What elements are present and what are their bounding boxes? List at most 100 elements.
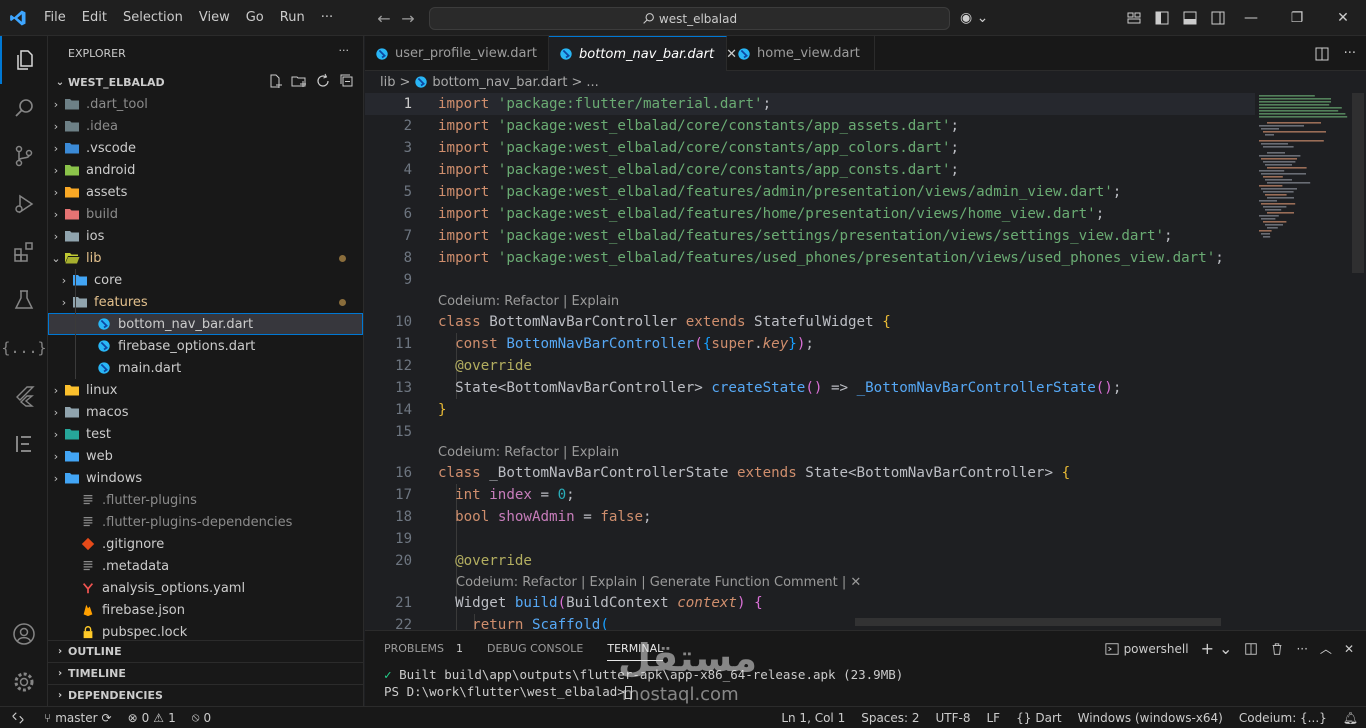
tree-item[interactable]: .metadata xyxy=(48,555,363,577)
new-terminal-icon[interactable]: + ⌄ xyxy=(1201,639,1233,658)
language-mode[interactable]: {} Dart xyxy=(1008,707,1070,728)
tree-item[interactable]: › ios xyxy=(48,225,363,247)
codeium-lens[interactable]: Codeium: Refactor | Explain | Generate F… xyxy=(365,572,1255,592)
branch-status[interactable]: ⑂ master ⟳ xyxy=(36,707,120,728)
menu-go[interactable]: Go xyxy=(238,0,272,36)
tree-item[interactable]: analysis_options.yaml xyxy=(48,577,363,599)
tree-item[interactable]: › core xyxy=(48,269,363,291)
tree-item[interactable]: › linux xyxy=(48,379,363,401)
remote-indicator-icon[interactable] xyxy=(0,707,36,728)
menu-view[interactable]: View xyxy=(191,0,238,36)
tab-bottom-nav-bar[interactable]: bottom_nav_bar.dart ✕ xyxy=(549,36,737,71)
tree-item[interactable]: › android xyxy=(48,159,363,181)
tree-item[interactable]: › assets xyxy=(48,181,363,203)
toggle-secondary-sidebar-icon[interactable] xyxy=(1210,10,1226,26)
tree-item[interactable]: › .vscode xyxy=(48,137,363,159)
close-window-icon[interactable]: ✕ xyxy=(1320,0,1366,36)
code-editor[interactable]: 1 import 'package:flutter/material.dart';… xyxy=(365,93,1255,630)
explorer-icon[interactable] xyxy=(0,36,48,84)
tree-item[interactable]: firebase_options.dart xyxy=(48,335,363,357)
menu-selection[interactable]: Selection xyxy=(115,0,191,36)
refresh-icon[interactable] xyxy=(315,73,331,89)
horizontal-scrollbar[interactable] xyxy=(855,618,1221,626)
settings-gear-icon[interactable] xyxy=(0,658,48,706)
tab-problems[interactable]: PROBLEMS 1 xyxy=(384,631,463,666)
vertical-scrollbar[interactable] xyxy=(1351,93,1365,630)
outline-icon[interactable] xyxy=(0,420,48,468)
terminal-profile[interactable]: powershell xyxy=(1105,642,1189,656)
tree-item[interactable]: › macos xyxy=(48,401,363,423)
command-center-search[interactable]: west_elbalad xyxy=(429,7,950,30)
new-folder-icon[interactable] xyxy=(291,73,307,89)
tree-item[interactable]: .flutter-plugins-dependencies xyxy=(48,511,363,533)
tree-item[interactable]: › test xyxy=(48,423,363,445)
tree-item[interactable]: firebase.json xyxy=(48,599,363,621)
tree-item[interactable]: › build xyxy=(48,203,363,225)
menu-edit[interactable]: Edit xyxy=(74,0,115,36)
codeium-lens-text[interactable]: Codeium: Refactor | Explain xyxy=(438,445,619,460)
tab-home-view[interactable]: home_view.dart xyxy=(727,36,875,71)
restore-icon[interactable]: ❐ xyxy=(1274,0,1320,36)
account-icon[interactable] xyxy=(0,610,48,658)
tab-user-profile-view[interactable]: user_profile_view.dart xyxy=(365,36,549,71)
panel-more-icon[interactable]: ··· xyxy=(1296,642,1307,656)
close-panel-icon[interactable]: ✕ xyxy=(1344,642,1354,656)
menu-run[interactable]: Run xyxy=(272,0,313,36)
minimize-icon[interactable]: — xyxy=(1228,0,1274,36)
codeium-lens-text[interactable]: Codeium: Refactor | Explain xyxy=(438,294,619,309)
editor-more-icon[interactable]: ··· xyxy=(1344,46,1356,61)
testing-icon[interactable] xyxy=(0,276,48,324)
problems-status[interactable]: ⊗ 0 ⚠ 1 xyxy=(120,707,184,728)
toggle-panel-icon[interactable] xyxy=(1182,10,1198,26)
breadcrumb-lib[interactable]: lib xyxy=(380,75,395,90)
more-actions-icon[interactable]: ··· xyxy=(339,44,350,57)
tree-item[interactable]: .gitignore xyxy=(48,533,363,555)
tree-item[interactable]: › .idea xyxy=(48,115,363,137)
workspace-root[interactable]: ⌄ WEST_ELBALAD xyxy=(48,71,363,93)
tab-debug-console[interactable]: DEBUG CONSOLE xyxy=(487,631,583,666)
tree-item[interactable]: › features xyxy=(48,291,363,313)
terminal-output[interactable]: ✓ Built build\app\outputs\flutter-apk\ap… xyxy=(365,666,1366,700)
flutter-device[interactable]: Windows (windows-x64) xyxy=(1070,707,1231,728)
tree-item[interactable]: › .dart_tool xyxy=(48,93,363,115)
search-icon[interactable] xyxy=(0,84,48,132)
indentation[interactable]: Spaces: 2 xyxy=(853,707,927,728)
menu-more[interactable]: ··· xyxy=(313,0,341,36)
tree-item[interactable]: › windows xyxy=(48,467,363,489)
customize-layout-icon[interactable] xyxy=(1126,10,1142,26)
run-debug-icon[interactable] xyxy=(0,180,48,228)
ports-status[interactable]: ⦸ 0 xyxy=(184,707,219,728)
breadcrumb-symbols[interactable]: ... xyxy=(586,75,598,90)
minimap[interactable] xyxy=(1255,93,1350,630)
codeium-lens-text[interactable]: Codeium: Refactor | Explain | Generate F… xyxy=(456,575,861,590)
tree-item[interactable]: bottom_nav_bar.dart xyxy=(48,313,363,335)
toggle-primary-sidebar-icon[interactable] xyxy=(1154,10,1170,26)
flutter-icon[interactable] xyxy=(0,372,48,420)
notifications-bell-icon[interactable]: 🔔︎ xyxy=(1335,707,1366,728)
forward-arrow-icon[interactable]: → xyxy=(396,9,420,28)
timeline-section[interactable]: › TIMELINE xyxy=(48,662,364,684)
extensions-icon[interactable] xyxy=(0,228,48,276)
codeium-lens[interactable]: Codeium: Refactor | Explain xyxy=(365,291,1255,311)
maximize-panel-icon[interactable]: ︿ xyxy=(1320,640,1332,657)
cursor-position[interactable]: Ln 1, Col 1 xyxy=(773,707,853,728)
dependencies-section[interactable]: › DEPENDENCIES xyxy=(48,684,364,706)
back-arrow-icon[interactable]: ← xyxy=(372,9,396,28)
split-editor-icon[interactable] xyxy=(1314,46,1330,62)
codeium-lens[interactable]: Codeium: Refactor | Explain xyxy=(365,443,1255,462)
breadcrumb-file[interactable]: bottom_nav_bar.dart xyxy=(432,75,567,90)
menu-file[interactable]: File xyxy=(36,0,74,36)
tab-terminal[interactable]: TERMINAL xyxy=(607,637,664,661)
new-file-icon[interactable] xyxy=(267,73,283,89)
json-icon[interactable]: {...} xyxy=(0,324,48,372)
outline-section[interactable]: › OUTLINE xyxy=(48,640,364,662)
tree-item[interactable]: › web xyxy=(48,445,363,467)
copilot-icon[interactable]: ◉ ⌄ xyxy=(960,10,988,26)
encoding[interactable]: UTF-8 xyxy=(928,707,979,728)
end-of-line[interactable]: LF xyxy=(979,707,1009,728)
trash-icon[interactable] xyxy=(1270,642,1284,656)
tree-item[interactable]: main.dart xyxy=(48,357,363,379)
tree-item[interactable]: ⌄ lib xyxy=(48,247,363,269)
collapse-all-icon[interactable] xyxy=(339,73,355,89)
source-control-icon[interactable] xyxy=(0,132,48,180)
